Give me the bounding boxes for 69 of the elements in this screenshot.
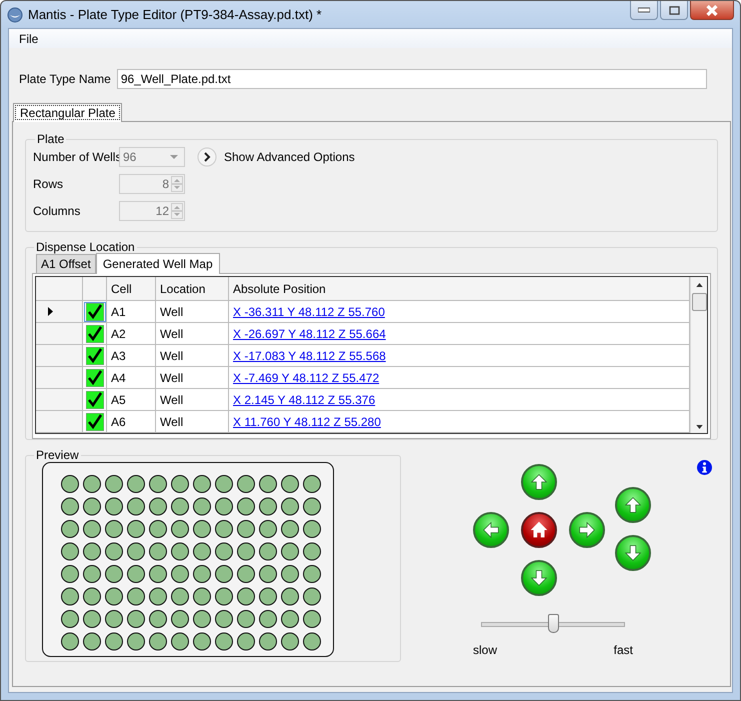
position-link[interactable]: X -26.697 Y 48.112 Z 55.664 bbox=[233, 326, 386, 340]
group-title: Dispense Location bbox=[35, 240, 136, 254]
menu-item[interactable]: File bbox=[12, 32, 46, 46]
window-title: Mantis - Plate Type Editor (PT9-384-Assay.pd.txt) * bbox=[28, 7, 323, 22]
scroll-up-icon[interactable] bbox=[696, 283, 702, 287]
current-row-icon bbox=[48, 307, 53, 316]
arrow-up-button[interactable] bbox=[521, 464, 557, 500]
checkbox[interactable] bbox=[86, 324, 104, 342]
position-link[interactable]: X -17.083 Y 48.112 Z 55.568 bbox=[233, 348, 386, 362]
home-button[interactable] bbox=[521, 512, 557, 548]
maximize-button[interactable] bbox=[660, 1, 688, 20]
maximize-icon bbox=[668, 6, 680, 14]
plate-type-name-field[interactable]: 96_Well_Plate.pd.txt bbox=[116, 69, 707, 89]
row-header[interactable] bbox=[36, 301, 83, 323]
checkbox[interactable] bbox=[86, 390, 104, 408]
close-button[interactable] bbox=[690, 1, 734, 20]
table-cell: A3 bbox=[107, 345, 156, 367]
table-cell: A2 bbox=[107, 323, 156, 345]
close-icon bbox=[705, 4, 719, 16]
group-title: Preview bbox=[35, 448, 80, 462]
arrow-down-button[interactable] bbox=[615, 535, 651, 571]
position-link[interactable]: X -7.469 Y 48.112 Z 55.472 bbox=[233, 370, 380, 384]
column-header[interactable]: Absolute Position bbox=[229, 277, 690, 301]
slider-label: slow bbox=[473, 643, 498, 657]
chevron-right-icon bbox=[197, 147, 217, 167]
table-cell: Well bbox=[156, 411, 229, 433]
scroll-down-icon[interactable] bbox=[696, 425, 702, 429]
scroll-thumb[interactable] bbox=[692, 293, 706, 311]
arrow-right-button[interactable] bbox=[569, 512, 605, 548]
tab[interactable]: A1 Offset bbox=[36, 254, 96, 273]
scrollbar[interactable] bbox=[690, 277, 707, 433]
table-cell: Well bbox=[156, 389, 229, 411]
checkbox[interactable] bbox=[86, 412, 104, 430]
column-header[interactable]: Cell bbox=[107, 277, 156, 301]
checkbox[interactable] bbox=[86, 346, 104, 364]
field-label: Columns bbox=[33, 204, 82, 218]
table-cell: A5 bbox=[107, 389, 156, 411]
up-down-arrows-icon bbox=[171, 176, 183, 192]
slider-thumb[interactable] bbox=[548, 614, 559, 633]
show-advanced-options-button[interactable]: Show Advanced Options bbox=[197, 147, 355, 167]
table-cell: Well bbox=[156, 345, 229, 367]
slider-label: fast bbox=[614, 643, 633, 657]
table-cell: A6 bbox=[107, 411, 156, 433]
table-cell: Well bbox=[156, 301, 229, 323]
arrow-left-button[interactable] bbox=[473, 512, 509, 548]
table-cell: Well bbox=[156, 323, 229, 345]
arrow-up-button[interactable] bbox=[615, 487, 651, 523]
arrow-down-button[interactable] bbox=[521, 560, 557, 596]
position-link[interactable]: X 2.145 Y 48.112 Z 55.376 bbox=[233, 392, 376, 406]
checkbox[interactable] bbox=[86, 302, 104, 320]
speed-slider[interactable]: slow fast bbox=[473, 610, 633, 657]
table-cell: Well bbox=[156, 367, 229, 389]
table-cell: A4 bbox=[107, 367, 156, 389]
app-icon bbox=[7, 6, 23, 22]
group-title: Plate bbox=[36, 132, 66, 146]
field-label: Plate Type Name bbox=[19, 72, 111, 86]
tab[interactable]: Rectangular Plate bbox=[13, 103, 122, 122]
minimize-button[interactable] bbox=[630, 1, 658, 20]
minimize-icon bbox=[638, 7, 650, 13]
column-header[interactable]: Location bbox=[156, 277, 229, 301]
dropdown-arrow-icon bbox=[170, 154, 178, 158]
checkbox[interactable] bbox=[86, 368, 104, 386]
tab[interactable]: Generated Well Map bbox=[96, 253, 220, 274]
position-link[interactable]: X 11.760 Y 48.112 Z 55.280 bbox=[233, 414, 381, 428]
table-cell: A1 bbox=[107, 301, 156, 323]
position-link[interactable]: X -36.311 Y 48.112 Z 55.760 bbox=[233, 304, 385, 318]
field-label: Rows bbox=[33, 176, 64, 190]
info-icon[interactable] bbox=[697, 460, 712, 475]
up-down-arrows-icon bbox=[171, 202, 183, 218]
